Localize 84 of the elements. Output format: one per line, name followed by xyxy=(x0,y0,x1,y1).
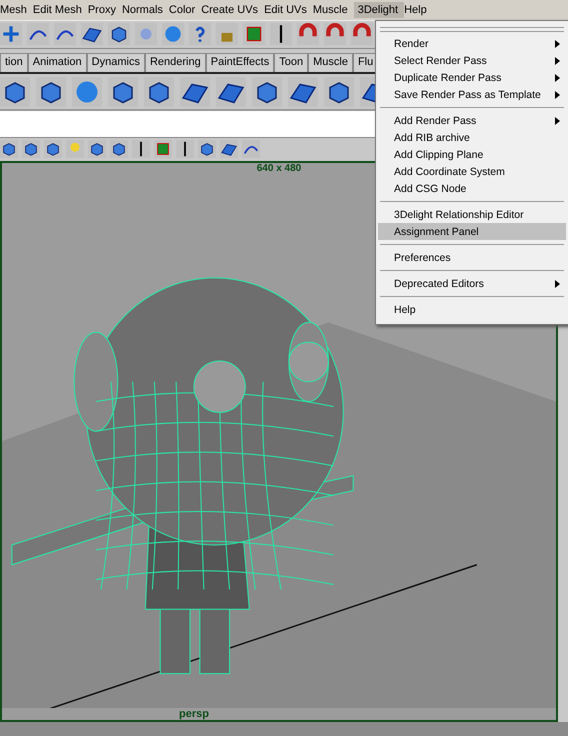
submenu-arrow-icon xyxy=(555,40,560,48)
menu-item[interactable]: Muscle xyxy=(312,2,354,18)
cube-icon[interactable] xyxy=(0,76,30,107)
menu-item-label: Select Render Pass xyxy=(394,54,487,66)
shelf-tab[interactable]: Toon xyxy=(274,52,308,72)
menu-item[interactable]: Add CSG Node xyxy=(378,180,566,197)
curve-icon[interactable] xyxy=(54,23,76,46)
cube-icon[interactable] xyxy=(252,76,282,107)
menu-item[interactable]: 3Delight Relationship Editor xyxy=(378,206,566,223)
menu-item[interactable]: Edit Mesh xyxy=(32,2,88,18)
cube-icon[interactable] xyxy=(108,76,138,107)
menu-item[interactable]: 3Delight xyxy=(354,2,404,18)
cube-icon[interactable] xyxy=(198,140,216,158)
menu-item-label: Add Render Pass xyxy=(394,114,476,126)
cube-icon[interactable] xyxy=(22,140,40,158)
submenu-arrow-icon xyxy=(555,90,560,98)
separator-handle-icon[interactable] xyxy=(176,140,194,158)
menu-item-label: Deprecated Editors xyxy=(394,278,484,290)
cube-icon[interactable] xyxy=(0,140,18,158)
resolution-label: 640 x 480 xyxy=(256,163,302,174)
submenu-arrow-icon xyxy=(555,56,560,64)
magnet-icon[interactable] xyxy=(351,23,373,46)
separator-handle-icon[interactable] xyxy=(270,23,292,46)
cube-icon[interactable] xyxy=(144,76,174,107)
menu-item[interactable]: Add Clipping Plane xyxy=(378,146,566,163)
shelf-tab[interactable]: Dynamics xyxy=(86,52,145,72)
submenu-arrow-icon xyxy=(555,116,560,124)
menu-item[interactable]: Render xyxy=(378,35,566,52)
menu-item-label: Add Clipping Plane xyxy=(394,148,484,160)
menu-item[interactable]: Select Render Pass xyxy=(378,52,566,69)
menu-item-label: Preferences xyxy=(394,252,451,264)
shelf-tab[interactable]: Rendering xyxy=(144,52,206,72)
grid-plane-icon[interactable] xyxy=(180,76,210,107)
menu-item-label: Assignment Panel xyxy=(394,226,479,238)
menu-item-label: Add RIB archive xyxy=(394,132,470,144)
menu-item[interactable]: Normals xyxy=(122,2,169,18)
menu-item[interactable]: Add Render Pass xyxy=(378,112,566,129)
menu-item-label: Help xyxy=(394,304,416,316)
magnet-icon[interactable] xyxy=(297,23,319,46)
shelf-tab[interactable]: Muscle xyxy=(308,52,353,72)
cube-icon[interactable] xyxy=(36,76,66,107)
selection-icon[interactable] xyxy=(154,140,172,158)
shelf-tab[interactable]: tion xyxy=(0,52,28,72)
menu-item[interactable]: Assignment Panel xyxy=(378,223,566,240)
magnet-icon[interactable] xyxy=(324,23,346,46)
grid-plane-icon[interactable] xyxy=(216,76,246,107)
menu-item-label: Render xyxy=(394,38,428,50)
question-icon[interactable] xyxy=(189,23,211,46)
cube-icon[interactable] xyxy=(108,23,130,46)
menu-item[interactable]: Add Coordinate System xyxy=(378,163,566,180)
menu-item[interactable]: Help xyxy=(404,2,433,18)
menu-item[interactable]: Edit UVs xyxy=(264,2,313,18)
curve-icon[interactable] xyxy=(27,23,49,46)
menu-item[interactable]: Mesh xyxy=(0,2,33,18)
menu-item-label: Save Render Pass as Template xyxy=(394,88,541,100)
menu-item[interactable]: Save Render Pass as Template xyxy=(378,86,566,103)
menu-item-label: 3Delight Relationship Editor xyxy=(394,208,524,220)
menu-item[interactable]: Help xyxy=(378,301,566,318)
menu-item[interactable]: Deprecated Editors xyxy=(378,275,566,292)
camera-label: persp xyxy=(179,708,209,720)
submenu-arrow-icon xyxy=(555,74,560,82)
grid-plane-icon[interactable] xyxy=(81,23,103,46)
menu-item[interactable]: Duplicate Render Pass xyxy=(378,69,566,86)
menu-item[interactable]: Color xyxy=(168,2,202,18)
cube-icon[interactable] xyxy=(44,140,62,158)
menu-item[interactable]: Preferences xyxy=(378,249,566,266)
grid-plane-icon[interactable] xyxy=(220,140,238,158)
separator-handle-icon[interactable] xyxy=(132,140,150,158)
curve-icon[interactable] xyxy=(242,140,260,158)
shelf-tab[interactable]: PaintEffects xyxy=(206,52,274,72)
menu-item-label: Duplicate Render Pass xyxy=(394,72,502,84)
menu-item[interactable]: Create UVs xyxy=(201,2,264,18)
selection-icon[interactable] xyxy=(243,23,265,46)
cube-icon[interactable] xyxy=(110,140,128,158)
menu-item[interactable]: Proxy xyxy=(88,2,122,18)
grid-plane-icon[interactable] xyxy=(288,76,318,107)
menu-item-label: Add Coordinate System xyxy=(394,166,505,178)
menu-item[interactable]: Add RIB archive xyxy=(378,129,566,146)
submenu-arrow-icon xyxy=(555,280,560,288)
plus-icon[interactable] xyxy=(0,23,22,46)
cube-icon[interactable] xyxy=(88,140,106,158)
cube-icon[interactable] xyxy=(324,76,354,107)
menu-item-label: Add CSG Node xyxy=(394,182,466,194)
shelf-tab[interactable]: Animation xyxy=(28,52,87,72)
